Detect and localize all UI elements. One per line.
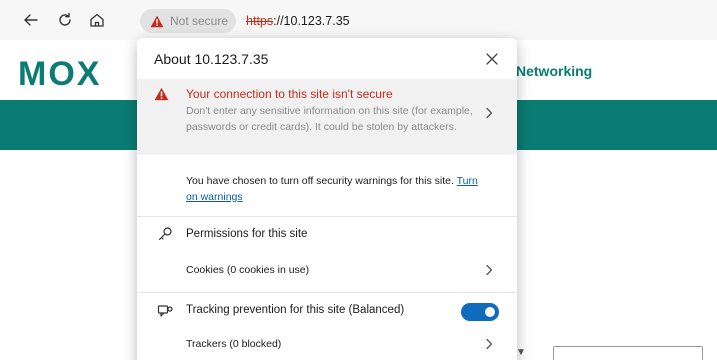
chevron-down-icon: ▼	[516, 347, 526, 358]
chevron-right-icon	[486, 264, 493, 276]
security-warning-info: You have chosen to turn off security war…	[186, 174, 486, 205]
warning-title: Your connection to this site isn't secur…	[186, 87, 393, 101]
tracking-prevention-label: Tracking prevention for this site (Balan…	[186, 304, 405, 316]
tracking-prevention-toggle[interactable]	[461, 303, 499, 321]
home-button[interactable]	[86, 9, 108, 31]
home-icon	[90, 13, 104, 27]
trackers-item[interactable]: Trackers (0 blocked)	[186, 338, 281, 350]
back-icon	[24, 14, 38, 26]
close-icon	[486, 53, 498, 65]
refresh-button[interactable]	[54, 9, 76, 31]
connection-warning-item[interactable]: Your connection to this site isn't secur…	[137, 79, 517, 155]
tracking-prevention-icon	[157, 305, 173, 317]
page-input-field[interactable]	[553, 346, 703, 360]
site-nav-item[interactable]: Networking	[516, 63, 592, 79]
url-scheme: https	[246, 14, 274, 28]
close-button[interactable]	[482, 49, 502, 69]
info-text: You have chosen to turn off security war…	[186, 175, 454, 187]
permissions-label: Permissions for this site	[186, 228, 308, 240]
security-label: Not secure	[170, 14, 229, 28]
url-host: ://10.123.7.35	[273, 14, 350, 28]
cookies-item[interactable]: Cookies (0 cookies in use)	[186, 264, 309, 276]
address-bar[interactable]: Not secure https://10.123.7.35	[140, 9, 350, 33]
warning-icon	[154, 87, 169, 101]
toggle-knob	[485, 307, 495, 317]
divider	[137, 292, 517, 293]
site-logo: MOX	[18, 55, 102, 93]
security-indicator-button[interactable]: Not secure	[140, 9, 237, 33]
site-info-popup: About 10.123.7.35 Your connection to thi…	[137, 38, 517, 360]
url-text[interactable]: https://10.123.7.35	[246, 14, 350, 28]
warning-icon	[150, 15, 164, 27]
divider	[137, 216, 517, 217]
chevron-right-icon	[486, 338, 493, 350]
popup-title: About 10.123.7.35	[154, 51, 269, 67]
warning-description: Don't enter any sensitive information on…	[186, 105, 473, 133]
key-icon	[158, 227, 172, 241]
refresh-icon	[59, 12, 71, 26]
chevron-right-icon	[486, 107, 493, 119]
browser-toolbar: Not secure https://10.123.7.35	[0, 0, 717, 40]
back-button[interactable]	[20, 9, 42, 31]
